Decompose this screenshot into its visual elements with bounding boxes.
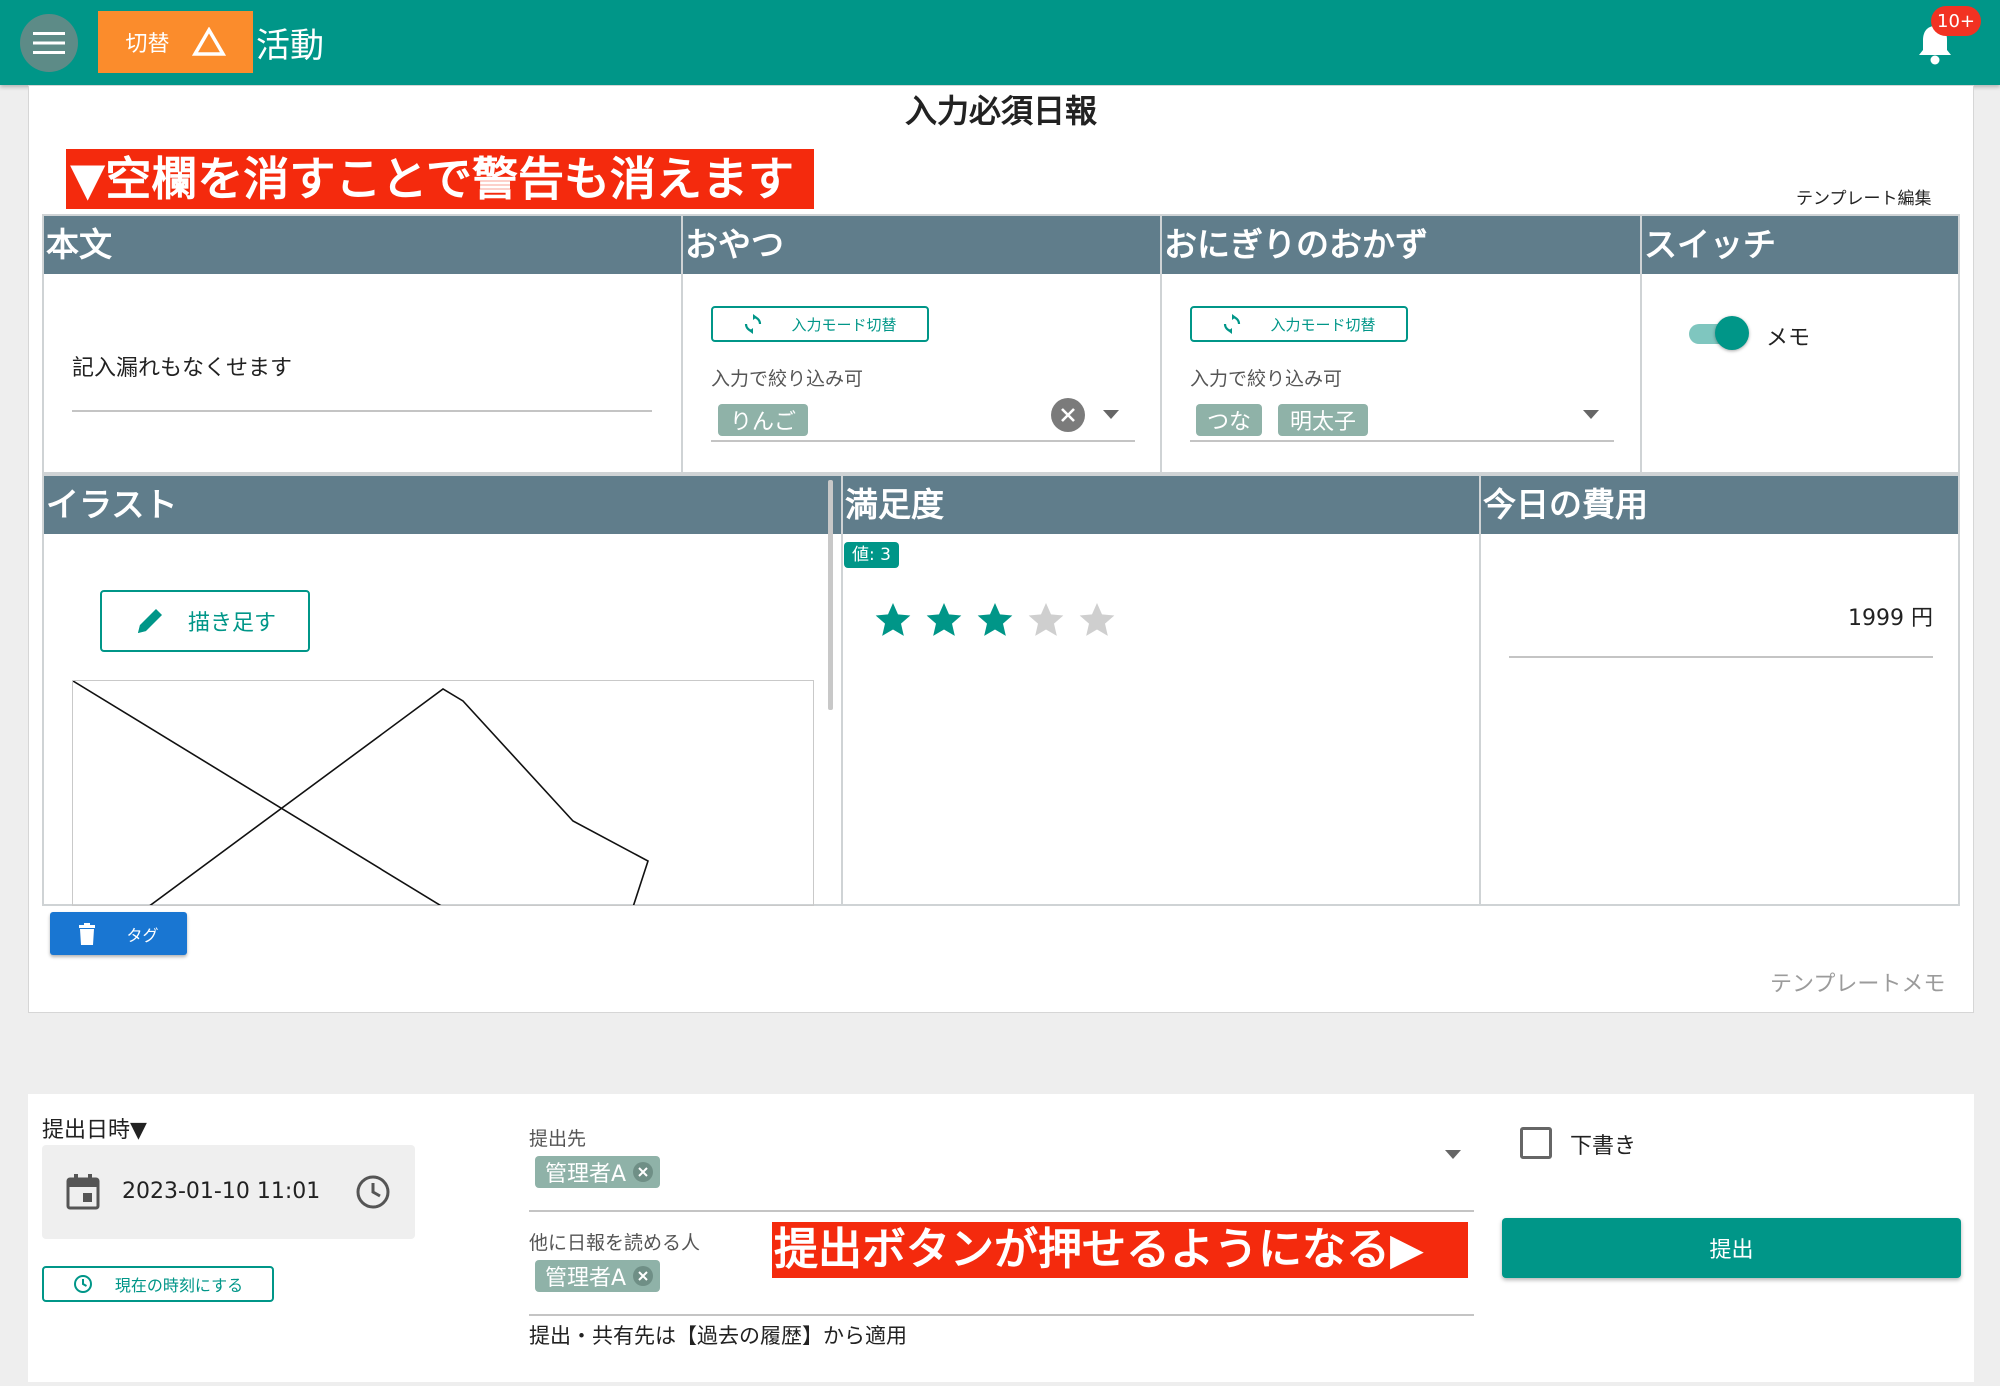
field-body: 本文 記入漏れもなくせます <box>42 214 683 474</box>
field-switch: スイッチ メモ <box>1640 214 1960 474</box>
recipient-label: 提出先 <box>529 1128 587 1150</box>
cost-input[interactable]: 1999 円 <box>1509 586 1933 658</box>
onigiri-mode-toggle-label: 入力モード切替 <box>1270 315 1376 334</box>
template-memo: テンプレートメモ <box>1770 972 1946 997</box>
drawing-canvas[interactable] <box>72 680 814 906</box>
field-satisfaction: 満足度 値: 3 <box>841 474 1481 906</box>
chevron-down-icon[interactable] <box>1103 410 1119 420</box>
cost-value: 1999 円 <box>1848 606 1933 631</box>
draft-checkbox[interactable] <box>1520 1127 1552 1159</box>
app-title: 活動 <box>256 26 324 66</box>
notification-badge: 10+ <box>1931 6 1981 36</box>
field-illust-header: イラスト <box>44 476 841 534</box>
clear-icon[interactable] <box>1051 398 1085 432</box>
field-cost: 今日の費用 1999 円 <box>1479 474 1960 906</box>
readers-chip-label: 管理者A <box>545 1266 627 1291</box>
history-note: 提出・共有先は【過去の履歴】から適用 <box>529 1324 907 1348</box>
submit-hint-banner: 提出ボタンが押せるようになる▶ <box>772 1222 1468 1278</box>
draw-more-button[interactable]: 描き足す <box>100 590 310 652</box>
chevron-down-icon[interactable] <box>1445 1150 1461 1160</box>
field-cost-header: 今日の費用 <box>1481 476 1958 534</box>
trash-icon <box>79 922 96 945</box>
scrollbar[interactable] <box>828 480 833 710</box>
field-body-header: 本文 <box>44 216 681 274</box>
recipient-select[interactable]: 管理者A <box>529 1150 1474 1212</box>
clock-icon <box>73 1275 92 1293</box>
onigiri-chip[interactable]: つな <box>1196 404 1262 436</box>
hamburger-icon <box>33 32 65 54</box>
submit-datetime-label[interactable]: 提出日時▼ <box>42 1112 147 1144</box>
recipient-chip-label: 管理者A <box>545 1162 627 1187</box>
memo-switch-label: メモ <box>1766 326 1811 351</box>
onigiri-mode-toggle-button[interactable]: 入力モード切替 <box>1190 306 1408 342</box>
sync-icon <box>745 314 762 334</box>
field-satisfaction-header: 満足度 <box>843 476 1479 534</box>
switch-button-label: 切替 <box>125 32 170 57</box>
template-edit-link[interactable]: テンプレート編集 <box>1796 184 1932 209</box>
set-current-time-label: 現在の時刻にする <box>114 1276 244 1295</box>
tag-button-label: タグ <box>126 925 159 945</box>
star-filled-icon[interactable] <box>975 600 1015 640</box>
field-snack-header: おやつ <box>683 216 1160 274</box>
onigiri-select[interactable]: 入力で絞り込み可 つな 明太子 <box>1190 358 1614 442</box>
warning-banner: ▼空欄を消すことで警告も消えます <box>66 149 814 209</box>
memo-toggle-switch[interactable] <box>1689 316 1749 350</box>
menu-button[interactable] <box>20 14 78 72</box>
field-onigiri: おにぎりのおかず 入力モード切替 入力で絞り込み可 つな 明太子 <box>1160 214 1642 474</box>
snack-select[interactable]: 入力で絞り込み可 りんご <box>711 358 1135 442</box>
onigiri-filter-label: 入力で絞り込み可 <box>1190 368 1343 390</box>
field-illust: イラスト 描き足す <box>42 474 843 906</box>
switch-button[interactable]: 切替 <box>98 11 253 73</box>
recipient-chip[interactable]: 管理者A <box>535 1156 661 1188</box>
readers-chip[interactable]: 管理者A <box>535 1260 661 1292</box>
chevron-down-icon[interactable] <box>1583 410 1599 420</box>
draw-more-label: 描き足す <box>187 611 276 636</box>
report-title: 入力必須日報 <box>904 92 1097 130</box>
pencil-icon <box>137 609 162 633</box>
snack-mode-toggle-button[interactable]: 入力モード切替 <box>711 306 929 342</box>
field-switch-header: スイッチ <box>1642 216 1958 274</box>
set-current-time-button[interactable]: 現在の時刻にする <box>42 1266 274 1302</box>
body-text-value: 記入漏れもなくせます <box>72 356 293 381</box>
datetime-value: 2023-01-10 11:01 <box>122 1179 321 1204</box>
star-empty-icon[interactable] <box>1026 600 1066 640</box>
remove-chip-icon[interactable] <box>632 1161 654 1183</box>
satisfaction-value-badge: 値: 3 <box>844 542 899 568</box>
triangle-icon <box>191 27 226 56</box>
submit-button[interactable]: 提出 <box>1502 1218 1961 1278</box>
datetime-field[interactable]: 2023-01-10 11:01 <box>42 1145 415 1239</box>
field-snack: おやつ 入力モード切替 入力で絞り込み可 りんご <box>681 214 1162 474</box>
star-empty-icon[interactable] <box>1077 600 1117 640</box>
readers-label: 他に日報を読める人 <box>529 1232 701 1254</box>
onigiri-chip[interactable]: 明太子 <box>1278 404 1368 436</box>
star-filled-icon[interactable] <box>873 600 913 640</box>
drawing-strokes <box>73 681 649 905</box>
calendar-icon[interactable] <box>66 1174 100 1210</box>
body-text-field[interactable]: 記入漏れもなくせます <box>72 326 652 412</box>
star-filled-icon[interactable] <box>924 600 964 640</box>
star-rating[interactable] <box>873 600 1117 640</box>
snack-filter-label: 入力で絞り込み可 <box>711 368 864 390</box>
snack-chip[interactable]: りんご <box>718 404 808 436</box>
snack-mode-toggle-label: 入力モード切替 <box>791 315 897 334</box>
remove-chip-icon[interactable] <box>632 1265 654 1287</box>
tag-button[interactable]: タグ <box>50 912 187 955</box>
field-onigiri-header: おにぎりのおかず <box>1162 216 1640 274</box>
draft-label: 下書き <box>1570 1134 1637 1159</box>
sync-icon <box>1224 314 1241 334</box>
clock-icon[interactable] <box>355 1174 391 1210</box>
